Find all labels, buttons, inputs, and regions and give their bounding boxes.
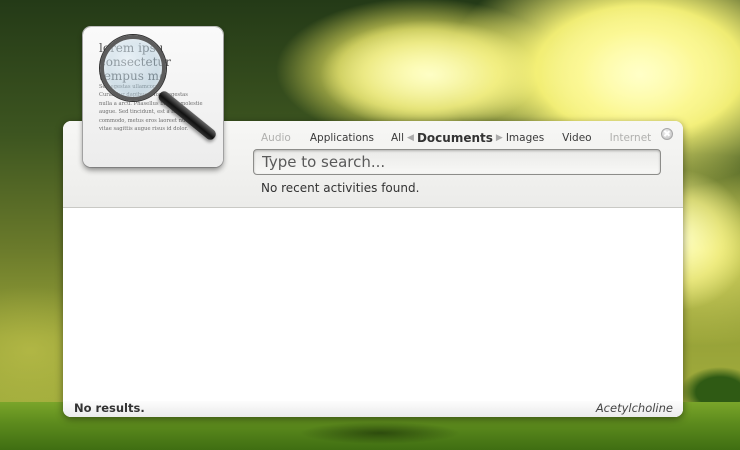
- category-bar: Audio Applications All ◀ Documents ▶ Ima…: [261, 130, 653, 146]
- next-category-arrow-icon[interactable]: ▶: [496, 133, 503, 143]
- category-documents[interactable]: Documents: [417, 131, 493, 145]
- close-icon[interactable]: [661, 128, 673, 140]
- category-applications[interactable]: Applications: [310, 132, 374, 144]
- magnifier-lens-icon: [100, 35, 166, 101]
- category-audio[interactable]: Audio: [261, 132, 291, 144]
- cloud: [320, 20, 540, 130]
- category-all[interactable]: All: [391, 132, 404, 144]
- launcher-footer: No results. Acetylcholine: [63, 401, 683, 417]
- doc-line: nulla a arcu. Phasellus blandit molestie: [99, 100, 203, 107]
- tree-shadow: [300, 422, 460, 444]
- trees: [680, 352, 740, 402]
- category-internet[interactable]: Internet: [610, 132, 652, 144]
- search-input[interactable]: [253, 149, 661, 175]
- category-video[interactable]: Video: [562, 132, 591, 144]
- status-message: No recent activities found.: [261, 181, 420, 195]
- results-count: No results.: [74, 401, 145, 415]
- results-list: [63, 208, 683, 417]
- previous-category-arrow-icon[interactable]: ◀: [407, 133, 414, 143]
- theme-name: Acetylcholine: [595, 401, 673, 415]
- category-images[interactable]: Images: [506, 132, 544, 144]
